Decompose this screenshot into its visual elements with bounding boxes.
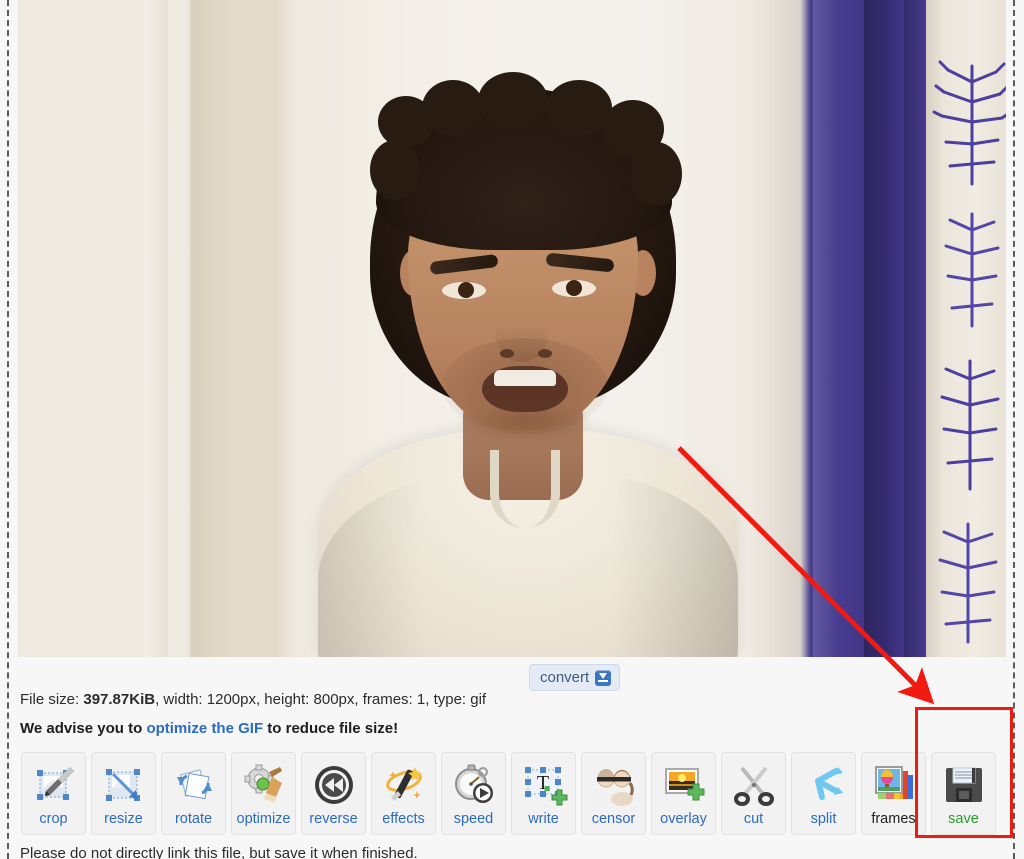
tool-label: effects — [382, 811, 425, 827]
censor-icon — [589, 760, 639, 810]
tool-label: cut — [743, 811, 764, 827]
tool-overlay[interactable]: overlay — [651, 752, 716, 835]
hair-curl — [630, 142, 682, 206]
download-icon — [595, 669, 612, 686]
optimize-gif-link[interactable]: optimize the GIF — [146, 720, 263, 737]
frames-icon — [869, 760, 919, 810]
tool-label: crop — [39, 811, 68, 827]
effects-icon — [379, 760, 429, 810]
speed-icon — [449, 760, 499, 810]
tool-label: overlay — [660, 811, 707, 827]
tool-label: reverse — [309, 811, 358, 827]
tool-crop[interactable]: crop — [21, 752, 86, 835]
tool-effects[interactable]: effects — [371, 752, 436, 835]
tool-split[interactable]: split — [791, 752, 856, 835]
rotate-icon — [169, 760, 219, 810]
tool-label: speed — [453, 811, 494, 827]
tool-label: optimize — [236, 811, 291, 827]
teeth — [494, 370, 556, 386]
split-icon — [799, 760, 849, 810]
tool-reverse[interactable]: reverse — [301, 752, 366, 835]
write-icon: T — [519, 760, 569, 810]
file-info-rest: , width: 1200px, height: 800px, frames: … — [155, 691, 487, 708]
hair-curl — [422, 80, 484, 136]
tool-rotate[interactable]: rotate — [161, 752, 226, 835]
pupil-right — [566, 280, 582, 296]
hair-curl — [370, 140, 420, 200]
tool-label: rotate — [174, 811, 213, 827]
page-border-right — [1013, 0, 1015, 859]
shirt-collar — [490, 450, 560, 528]
file-info-line: File size: 397.87KiB, width: 1200px, hei… — [20, 691, 486, 708]
pupil-left — [458, 282, 474, 298]
tool-label: frames — [871, 811, 916, 827]
tool-cut[interactable]: cut — [721, 752, 786, 835]
person-subject — [18, 0, 1006, 657]
reverse-icon — [309, 760, 359, 810]
tool-label: censor — [591, 811, 636, 827]
hair-curl — [478, 72, 548, 130]
gif-preview-image[interactable] — [18, 0, 1006, 657]
crop-icon — [29, 760, 79, 810]
advice-after: to reduce file size! — [263, 720, 399, 737]
save-icon — [939, 760, 989, 810]
resize-icon — [99, 760, 149, 810]
page-root: convert File size: 397.87KiB, width: 120… — [0, 0, 1024, 859]
overlay-icon — [659, 760, 709, 810]
optimize-icon — [239, 760, 289, 810]
tool-label: write — [528, 811, 559, 827]
tool-resize[interactable]: resize — [91, 752, 156, 835]
tool-frames[interactable]: frames — [861, 752, 926, 835]
tool-label: resize — [104, 811, 143, 827]
tool-write[interactable]: T write — [511, 752, 576, 835]
cut-icon — [729, 760, 779, 810]
convert-button[interactable]: convert — [529, 664, 621, 691]
file-size-value: 397.87KiB — [83, 691, 156, 708]
advice-line: We advise you to optimize the GIF to red… — [20, 720, 398, 737]
tool-optimize[interactable]: optimize — [231, 752, 296, 835]
tool-label: save — [948, 811, 979, 827]
tool-label: split — [810, 811, 837, 827]
nostril-right — [538, 349, 552, 358]
page-border-left — [7, 0, 9, 859]
file-info-prefix: File size: — [20, 691, 84, 708]
tool-save[interactable]: save — [931, 752, 996, 835]
advice-before: We advise you to — [20, 720, 147, 737]
nostril-left — [500, 349, 514, 358]
footer-note: Please do not directly link this file, b… — [20, 845, 418, 859]
tool-speed[interactable]: speed — [441, 752, 506, 835]
tool-censor[interactable]: censor — [581, 752, 646, 835]
chin-shading — [456, 400, 596, 444]
convert-button-label: convert — [540, 669, 590, 686]
editor-toolbar: crop resize rotate optimize reverse effe… — [21, 752, 996, 835]
